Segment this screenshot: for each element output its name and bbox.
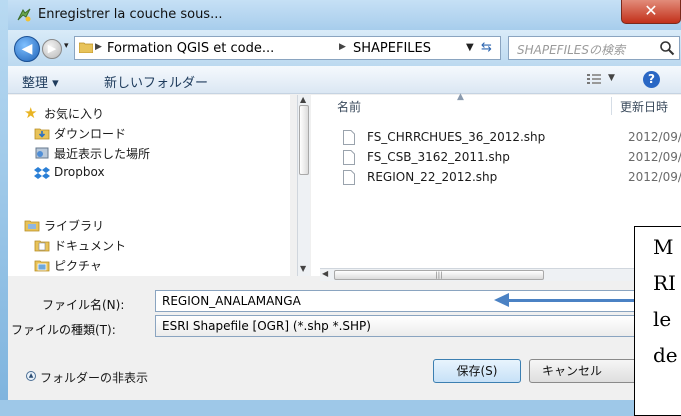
collapse-icon[interactable]: ▲ (26, 371, 36, 381)
address-bar[interactable]: ▶ Formation QGIS et code... ▶ SHAPEFILES… (74, 36, 501, 60)
window-title: Enregistrer la couche sous... (38, 7, 223, 22)
file-list: ▲ 名前 更新日時 FS_CHRRCHUES_36_2012.shp 2012/… (311, 92, 681, 276)
navigation-pane-scrollbar[interactable]: ▲ ▼ (297, 95, 310, 276)
sidebar-item-label: 最近表示した場所 (54, 147, 151, 161)
scroll-up-icon[interactable]: ▲ (300, 95, 306, 104)
file-name: FS_CSB_3162_2011.shp (367, 150, 510, 164)
search-input[interactable]: SHAPEFILESの検索 (508, 36, 680, 60)
breadcrumb-chevron-icon: ▶ (95, 42, 102, 52)
close-icon: ✕ (644, 1, 658, 20)
sidebar-item-label: ダウンロード (54, 127, 127, 141)
scrollbar-thumb[interactable] (299, 105, 309, 175)
close-button[interactable]: ✕ (621, 0, 681, 24)
scrollbar-thumb[interactable]: ||| (334, 270, 544, 280)
recent-pages-dropdown[interactable]: ▾ (64, 41, 69, 51)
new-folder-button[interactable]: 新しいフォルダー (104, 72, 208, 91)
sidebar-item-label: お気に入り (44, 107, 105, 121)
breadcrumb-chevron-icon: ▶ (339, 42, 346, 52)
qgis-app-icon (17, 8, 31, 22)
library-icon (24, 220, 40, 232)
help-icon[interactable]: ? (643, 71, 660, 88)
scroll-left-icon[interactable]: ◀ (322, 269, 328, 278)
arrow-right-icon: ▶ (47, 42, 57, 55)
refresh-icon[interactable]: ⇆ (481, 40, 492, 55)
save-button[interactable]: 保存(S) (433, 359, 521, 383)
file-date: 2012/09/ (628, 130, 681, 144)
search-placeholder: SHAPEFILESの検索 (517, 43, 625, 57)
organize-button[interactable]: 整理 ▾ (22, 72, 59, 91)
dropbox-icon (34, 167, 50, 179)
column-separator[interactable] (611, 97, 612, 115)
file-name: FS_CHRRCHUES_36_2012.shp (367, 130, 546, 144)
annotation-text-line: M (653, 235, 674, 259)
file-date: 2012/09/ (628, 170, 681, 184)
save-dialog: Enregistrer la couche sous... ✕ ◀ ▶ ▾ ▶ … (8, 0, 681, 400)
sort-ascending-icon: ▲ (457, 92, 464, 102)
sidebar-item-label: Dropbox (54, 165, 105, 179)
file-row[interactable]: REGION_22_2012.shp 2012/09/ (343, 169, 681, 187)
annotation-arrow (508, 299, 642, 302)
annotation-text-line: RI (653, 271, 676, 295)
annotation-callout: M RI le de (634, 226, 681, 416)
search-icon[interactable] (659, 40, 675, 56)
breadcrumb-item-formation[interactable]: Formation QGIS et code... (107, 41, 274, 56)
file-icon (343, 150, 355, 165)
scroll-down-icon[interactable]: ▼ (300, 264, 306, 273)
column-header-name[interactable]: 名前 (337, 98, 361, 115)
download-folder-icon (34, 128, 50, 140)
address-dropdown-icon[interactable]: ▼ (466, 42, 474, 53)
filetype-label: ファイルの種類(T): (11, 323, 116, 337)
file-date: 2012/09/ (628, 150, 681, 164)
recent-places-icon (35, 147, 49, 159)
folder-icon (79, 42, 93, 53)
navigation-pane: ★ お気に入り ダウンロード 最近表示した場所 Dropbox ライブラリ ドキ… (8, 95, 290, 276)
filename-label: ファイル名(N): (42, 298, 125, 312)
sidebar-item-label: ピクチャ (54, 259, 102, 273)
documents-icon (34, 240, 50, 252)
filetype-select[interactable]: ESRI Shapefile [OGR] (*.shp *.SHP) (155, 315, 681, 337)
breadcrumb-item-shapefiles[interactable]: SHAPEFILES (353, 41, 431, 56)
title-bar[interactable]: Enregistrer la couche sous... ✕ (8, 0, 681, 30)
file-row[interactable]: FS_CHRRCHUES_36_2012.shp 2012/09/ (343, 129, 681, 147)
annotation-arrow-head (494, 293, 509, 307)
sidebar-item-label: ライブラリ (44, 219, 105, 233)
column-header-date-modified[interactable]: 更新日時 (620, 98, 668, 115)
star-icon: ★ (24, 104, 38, 122)
view-options-icon[interactable] (586, 72, 602, 86)
file-list-horizontal-scrollbar[interactable]: ◀ ||| (320, 268, 681, 281)
file-icon (343, 130, 355, 145)
command-bar: 整理 ▾ 新しいフォルダー ▼ ? (8, 66, 681, 94)
file-row[interactable]: FS_CSB_3162_2011.shp 2012/09/ (343, 149, 681, 167)
file-name: REGION_22_2012.shp (367, 170, 498, 184)
sidebar-item-label: ドキュメント (54, 239, 127, 253)
cancel-button[interactable]: キャンセル (529, 359, 639, 383)
hide-folders-toggle[interactable]: フォルダーの非表示 (40, 369, 148, 386)
arrow-left-icon: ◀ (21, 41, 33, 57)
view-dropdown-icon[interactable]: ▼ (608, 73, 615, 83)
pictures-icon (34, 260, 50, 272)
annotation-text-line: de (653, 343, 678, 367)
forward-button[interactable]: ▶ (42, 39, 62, 59)
back-button[interactable]: ◀ (14, 36, 40, 62)
file-icon (343, 170, 355, 185)
annotation-text-line: le (653, 307, 672, 331)
